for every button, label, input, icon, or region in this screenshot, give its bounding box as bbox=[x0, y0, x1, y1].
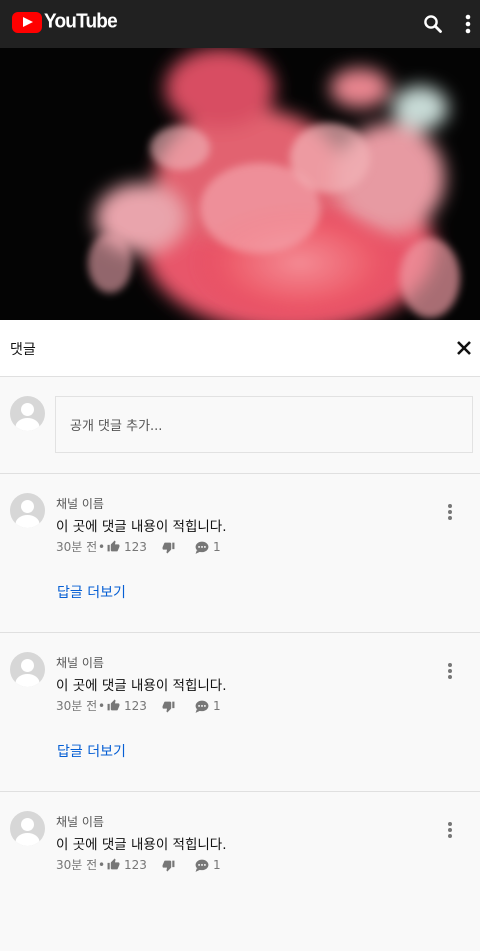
channel-name[interactable]: 채널 이름 bbox=[56, 654, 104, 671]
avatar[interactable] bbox=[10, 493, 45, 528]
reply-count: 1 bbox=[213, 540, 221, 554]
video-player[interactable] bbox=[0, 48, 480, 320]
thumbs-down-icon[interactable] bbox=[162, 700, 175, 713]
user-avatar-icon bbox=[15, 818, 40, 846]
view-replies-link[interactable]: 답글 더보기 bbox=[57, 582, 126, 602]
like-count: 123 bbox=[124, 540, 147, 554]
reply-comment-icon[interactable] bbox=[195, 859, 209, 872]
like-count: 123 bbox=[124, 858, 147, 872]
avatar[interactable] bbox=[10, 811, 45, 846]
thumbs-up-icon[interactable] bbox=[107, 540, 120, 553]
youtube-logo[interactable]: YouTube bbox=[12, 10, 118, 33]
comment-text: 이 곳에 댓글 내용이 적힙니다. bbox=[56, 678, 227, 694]
comment-meta: 30분 전 • 123 1 bbox=[56, 857, 436, 873]
like-count: 123 bbox=[124, 699, 147, 713]
comment-item: 채널 이름 이 곳에 댓글 내용이 적힙니다. 30분 전 • 123 1 bbox=[0, 792, 480, 951]
view-replies-link[interactable]: 답글 더보기 bbox=[57, 741, 126, 761]
reply-count: 1 bbox=[213, 858, 221, 872]
thumbs-up-icon[interactable] bbox=[107, 858, 120, 871]
comment-time: 30분 전 bbox=[56, 858, 98, 872]
separator-dot: • bbox=[98, 858, 106, 872]
separator-dot: • bbox=[98, 540, 106, 554]
reply-comment-icon[interactable] bbox=[195, 541, 209, 554]
add-comment-input[interactable]: 공개 댓글 추가... bbox=[55, 396, 473, 453]
avatar[interactable] bbox=[10, 652, 45, 687]
close-icon[interactable] bbox=[455, 339, 473, 357]
comment-meta: 30분 전 • 123 1 bbox=[56, 698, 436, 714]
add-comment-section: 공개 댓글 추가... bbox=[0, 377, 480, 474]
user-avatar-icon bbox=[15, 659, 40, 687]
separator-dot: • bbox=[98, 699, 106, 713]
comment-text: 이 곳에 댓글 내용이 적힙니다. bbox=[56, 519, 227, 535]
video-frame-image bbox=[0, 48, 480, 320]
top-app-bar: YouTube bbox=[0, 0, 480, 48]
comment-meta: 30분 전 • 123 1 bbox=[56, 539, 436, 555]
user-avatar-icon bbox=[15, 500, 40, 528]
avatar bbox=[10, 396, 45, 431]
more-vert-icon[interactable] bbox=[462, 14, 474, 34]
comment-item: 채널 이름 이 곳에 댓글 내용이 적힙니다. 30분 전 • 123 1 답글… bbox=[0, 633, 480, 792]
comment-more-icon[interactable] bbox=[446, 662, 454, 680]
thumbs-down-icon[interactable] bbox=[162, 541, 175, 554]
comment-more-icon[interactable] bbox=[446, 821, 454, 839]
channel-name[interactable]: 채널 이름 bbox=[56, 813, 104, 830]
comment-text: 이 곳에 댓글 내용이 적힙니다. bbox=[56, 837, 227, 853]
comments-title: 댓글 bbox=[10, 342, 36, 358]
play-logo-icon bbox=[12, 11, 42, 33]
user-avatar-icon bbox=[15, 403, 40, 431]
channel-name[interactable]: 채널 이름 bbox=[56, 495, 104, 512]
comment-item: 채널 이름 이 곳에 댓글 내용이 적힙니다. 30분 전 • 123 1 답글… bbox=[0, 474, 480, 633]
search-icon[interactable] bbox=[423, 14, 443, 34]
comment-more-icon[interactable] bbox=[446, 503, 454, 521]
thumbs-up-icon[interactable] bbox=[107, 699, 120, 712]
comments-header: 댓글 bbox=[0, 320, 480, 377]
comment-time: 30분 전 bbox=[56, 699, 98, 713]
reply-comment-icon[interactable] bbox=[195, 700, 209, 713]
thumbs-down-icon[interactable] bbox=[162, 859, 175, 872]
comment-time: 30분 전 bbox=[56, 540, 98, 554]
reply-count: 1 bbox=[213, 699, 221, 713]
logo-text: YouTube bbox=[44, 10, 118, 33]
